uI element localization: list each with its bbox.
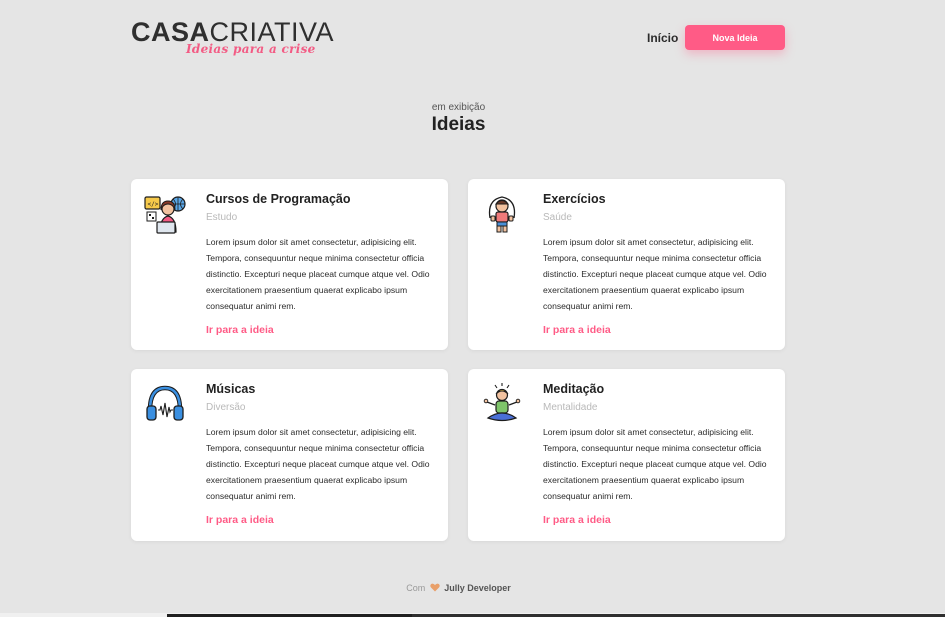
idea-category: Diversão (206, 402, 246, 413)
idea-card: </> Cursos de Programação Estudo Lorem i… (131, 179, 448, 350)
new-idea-button[interactable]: Nova Ideia (685, 25, 785, 50)
idea-link[interactable]: Ir para a ideia (543, 324, 611, 336)
headphones-icon (144, 382, 186, 424)
section-subtitle: em exibição (431, 102, 486, 113)
logo[interactable]: CASACRIATIVA Ideias para a crise (131, 17, 334, 59)
idea-link[interactable]: Ir para a ideia (543, 514, 611, 526)
nav-home-link[interactable]: Início (647, 31, 678, 45)
idea-description: Lorem ipsum dolor sit amet consectetur, … (206, 237, 430, 311)
idea-card: Músicas Diversão Lorem ipsum dolor sit a… (131, 369, 448, 541)
idea-category: Mentalidade (543, 402, 598, 413)
jump-rope-icon (481, 192, 523, 234)
idea-title: Músicas (206, 382, 256, 396)
footer-prefix: Com (406, 583, 426, 593)
meditation-icon (481, 382, 523, 424)
footer: Com Jully Developer (0, 583, 917, 593)
logo-tagline: Ideias para a crise (186, 42, 316, 56)
bottom-scrollbar[interactable] (0, 613, 945, 617)
idea-description: Lorem ipsum dolor sit amet consectetur, … (543, 237, 767, 311)
heart-icon (430, 583, 440, 592)
idea-title: Meditação (543, 382, 605, 396)
idea-link[interactable]: Ir para a ideia (206, 514, 274, 526)
footer-author: Jully Developer (444, 583, 511, 593)
idea-card: Meditação Mentalidade Lorem ipsum dolor … (468, 369, 785, 541)
header: CASACRIATIVA Ideias para a crise Início … (0, 0, 945, 70)
idea-title: Cursos de Programação (206, 192, 351, 206)
idea-card: Exercícios Saúde Lorem ipsum dolor sit a… (468, 179, 785, 350)
programmer-icon: </> (144, 192, 186, 234)
idea-category: Estudo (206, 212, 238, 223)
idea-category: Saúde (543, 212, 572, 223)
idea-title: Exercícios (543, 192, 606, 206)
section-heading: em exibição Ideias (0, 102, 917, 136)
idea-link[interactable]: Ir para a ideia (206, 324, 274, 336)
section-title: Ideias (431, 114, 486, 135)
idea-description: Lorem ipsum dolor sit amet consectetur, … (543, 427, 767, 501)
idea-description: Lorem ipsum dolor sit amet consectetur, … (206, 427, 430, 501)
svg-text:</>: </> (148, 201, 159, 208)
